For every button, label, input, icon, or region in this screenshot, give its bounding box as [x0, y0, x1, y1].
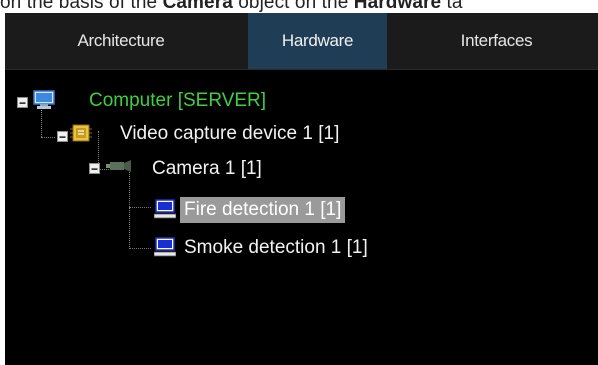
tree-line: [129, 207, 151, 208]
tree-line: [129, 168, 130, 249]
tree-node-label: Computer [SERVER]: [89, 90, 267, 111]
caption-text: on the basis of the: [0, 0, 163, 13]
caption-text: object on the: [232, 0, 354, 13]
tab-architecture[interactable]: Architecture: [5, 13, 237, 69]
detector-icon: [153, 237, 177, 262]
tree-node-fire-detection[interactable]: Fire detection 1 [1]: [180, 195, 346, 225]
detector-icon: [153, 199, 177, 224]
tree-node-smoke-detection[interactable]: Smoke detection 1 [1]: [180, 233, 372, 263]
tree-node-capture-device[interactable]: Video capture device 1 [1]: [116, 119, 343, 149]
caption-text: ta: [441, 0, 463, 13]
collapse-toggle-capture-device[interactable]: −: [57, 131, 68, 143]
tree-line: [129, 248, 151, 249]
tree-node-label: Fire detection 1 [1]: [180, 197, 346, 223]
tree-node-label: Camera 1 [1]: [152, 158, 262, 179]
page-caption-cropped: on the basis of the Camera object on the…: [0, 0, 598, 14]
tree-node-camera[interactable]: Camera 1 [1]: [148, 154, 266, 184]
tree-node-label: Smoke detection 1 [1]: [184, 237, 368, 258]
caption-bold-camera: Camera: [162, 0, 233, 13]
tab-bar: Architecture Hardware Interfaces: [5, 13, 598, 70]
tab-interfaces[interactable]: Interfaces: [395, 13, 598, 69]
tab-hardware[interactable]: Hardware: [248, 13, 387, 69]
tree-node-computer[interactable]: Computer [SERVER]: [85, 86, 270, 116]
collapse-toggle-computer[interactable]: −: [17, 97, 28, 109]
hardware-panel: Architecture Hardware Interfaces − Compu…: [5, 13, 598, 365]
camera-icon: [104, 157, 134, 180]
tree-node-label: Video capture device 1 [1]: [120, 123, 340, 144]
object-tree: − Computer [SERVER] − Video capture devi…: [5, 70, 598, 365]
tree-line: [41, 137, 55, 138]
capture-device-icon: [70, 122, 92, 149]
collapse-toggle-camera[interactable]: −: [89, 163, 100, 175]
computer-icon: [33, 90, 55, 115]
caption-bold-hardware: Hardware: [353, 0, 442, 13]
